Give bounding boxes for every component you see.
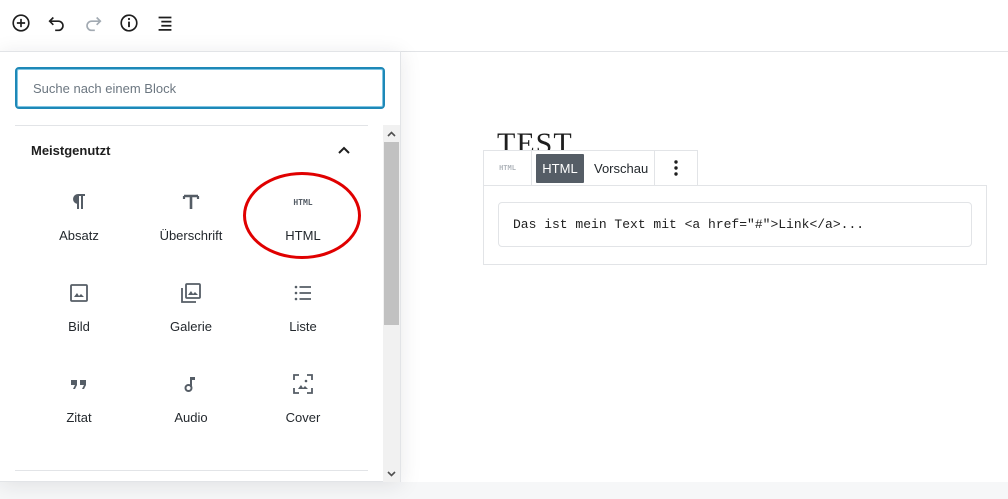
block-type-html-icon[interactable]: HTML	[484, 151, 532, 185]
section-title: Meistgenutzt	[31, 143, 111, 158]
add-block-icon	[12, 14, 30, 32]
block-item-ueberschrift[interactable]: Überschrift	[135, 176, 247, 264]
block-label: Zitat	[66, 410, 92, 425]
red-highlight-circle	[243, 172, 361, 259]
html-code-textarea[interactable]: Das ist mein Text mit <a href="#">Link</…	[498, 202, 972, 247]
divider	[15, 470, 368, 471]
cover-icon	[291, 372, 315, 396]
scrollbar-thumb[interactable]	[384, 142, 399, 325]
add-block-button[interactable]	[8, 10, 34, 36]
block-navigation-icon	[158, 16, 172, 31]
image-icon	[67, 281, 91, 305]
block-navigation-button[interactable]	[152, 10, 178, 36]
inserter-scrollbar[interactable]	[383, 125, 400, 482]
divider	[15, 125, 368, 126]
block-item-bild[interactable]: Bild	[23, 267, 135, 355]
block-item-liste[interactable]: Liste	[247, 267, 359, 355]
scroll-down-arrow-icon[interactable]	[383, 465, 400, 482]
quote-icon	[67, 372, 91, 396]
editor-header-toolbar	[0, 0, 1008, 52]
block-item-audio[interactable]: Audio	[135, 358, 247, 446]
gallery-icon	[179, 281, 203, 305]
block-item-absatz[interactable]: Absatz	[23, 176, 135, 264]
audio-icon	[179, 372, 203, 396]
tab-html[interactable]: HTML	[536, 154, 584, 183]
redo-button[interactable]	[80, 10, 106, 36]
block-label: Galerie	[170, 319, 212, 334]
block-label: Absatz	[59, 228, 99, 243]
scroll-up-arrow-icon[interactable]	[383, 125, 400, 142]
block-label: Liste	[289, 319, 317, 334]
block-label: Cover	[285, 410, 321, 425]
block-label: Bild	[68, 319, 90, 334]
heading-icon	[179, 190, 203, 214]
block-toolbar: HTML HTML Vorschau	[483, 150, 698, 186]
undo-icon	[48, 16, 64, 32]
more-options-button[interactable]	[655, 151, 697, 185]
redo-icon	[86, 16, 102, 32]
block-search-input[interactable]: Suche nach einem Block	[15, 67, 385, 109]
block-item-galerie[interactable]: Galerie	[135, 267, 247, 355]
block-label: Audio	[174, 410, 208, 425]
list-icon	[291, 281, 315, 305]
info-icon	[120, 14, 138, 32]
block-item-cover[interactable]: Cover	[247, 358, 359, 446]
chevron-up-icon[interactable]	[334, 140, 354, 160]
block-inserter-panel: Suche nach einem Block Meistgenutzt Absa…	[0, 51, 401, 482]
editor-footer-strip	[0, 482, 1008, 499]
block-item-zitat[interactable]: Zitat	[23, 358, 135, 446]
undo-button[interactable]	[44, 10, 70, 36]
paragraph-icon	[67, 190, 91, 214]
info-button[interactable]	[116, 10, 142, 36]
more-vertical-icon	[674, 160, 678, 176]
block-label: Überschrift	[159, 228, 223, 243]
tab-preview[interactable]: Vorschau	[584, 151, 656, 185]
